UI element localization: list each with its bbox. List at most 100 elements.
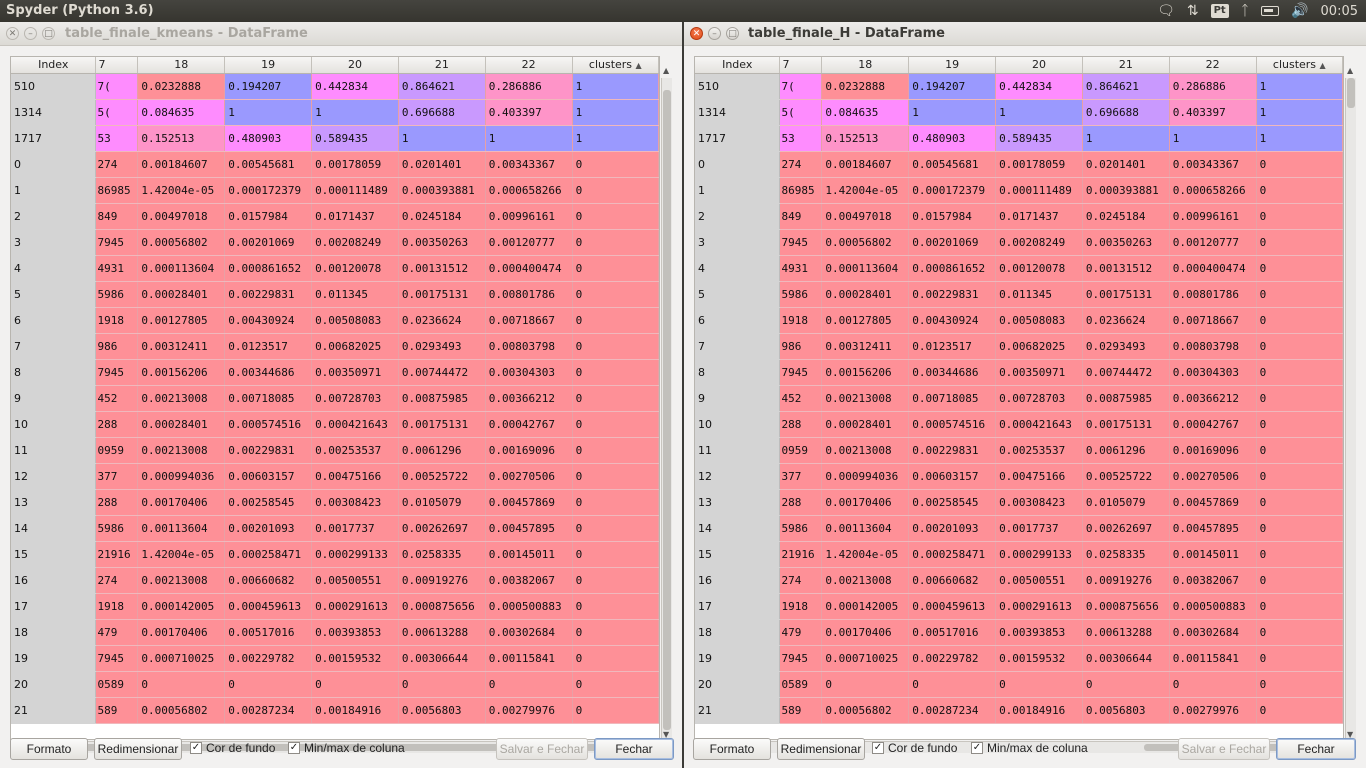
- data-cell-19[interactable]: 0.00603157: [224, 463, 313, 490]
- data-cell-20[interactable]: 0: [311, 671, 399, 698]
- data-cell-19[interactable]: 0.00229782: [224, 645, 313, 672]
- column-header-21[interactable]: 21: [398, 57, 486, 74]
- data-cell-17[interactable]: 288: [95, 411, 139, 438]
- table-row[interactable]: 10 288 0.00028401 0.000574516 0.000421643 0.0…: [695, 411, 1343, 438]
- row-index-cell[interactable]: 14: [11, 515, 97, 542]
- data-cell-21[interactable]: 0.0245184: [1082, 203, 1170, 230]
- data-cell-18[interactable]: 0.000142005: [137, 593, 226, 620]
- data-cell-21[interactable]: 0.696688: [1082, 99, 1170, 126]
- cluster-cell[interactable]: 0: [572, 593, 659, 620]
- data-cell-21[interactable]: 0.0258335: [398, 541, 486, 568]
- data-cell-20[interactable]: 0.442834: [995, 73, 1083, 100]
- table-row[interactable]: 0 274 0.00184607 0.00545681 0.00178059 0.0201…: [695, 151, 1343, 178]
- table-row[interactable]: 510)7 0.0232888 0.194207 0.442834 0.864621 0.…: [11, 73, 659, 100]
- data-cell-22[interactable]: 0.403397: [1169, 99, 1257, 126]
- table-row[interactable]: 1314)5 0.084635 1 1 0.696688 0.403397 1: [695, 99, 1343, 126]
- data-cell-21[interactable]: 0.0293493: [398, 333, 486, 360]
- data-cell-17[interactable]: 479: [779, 619, 823, 646]
- data-cell-19[interactable]: 0.00229831: [224, 281, 313, 308]
- row-index-cell[interactable]: 15: [11, 541, 97, 568]
- table-row[interactable]: 2 849 0.00497018 0.0157984 0.0171437 0.024518…: [695, 203, 1343, 230]
- data-cell-22[interactable]: 0.000658266: [485, 177, 573, 204]
- data-cell-19[interactable]: 0: [908, 671, 997, 698]
- data-cell-21[interactable]: 0.00744472: [1082, 359, 1170, 386]
- row-index-cell[interactable]: 510: [11, 73, 97, 100]
- row-index-cell[interactable]: 10: [11, 411, 97, 438]
- column-header-19[interactable]: 19: [224, 57, 313, 74]
- table-row[interactable]: 7 986 0.00312411 0.0123517 0.00682025 0.02934…: [11, 333, 659, 360]
- sort-ascending-icon[interactable]: ▲: [1320, 61, 1326, 70]
- cluster-cell[interactable]: 0: [572, 385, 659, 412]
- data-cell-19[interactable]: 0.000861652: [224, 255, 313, 282]
- data-cell-18[interactable]: 0.00113604: [137, 515, 226, 542]
- data-cell-21[interactable]: 0.00613288: [398, 619, 486, 646]
- data-cell-17[interactable]: 849: [779, 203, 823, 230]
- data-cell-18[interactable]: 0.00113604: [821, 515, 910, 542]
- data-cell-20[interactable]: 0.00508083: [311, 307, 399, 334]
- data-cell-17[interactable]: 274: [779, 567, 823, 594]
- table-row[interactable]: 1 86985 1.42004e-05 0.000172379 0.000111489 0…: [695, 177, 1343, 204]
- data-cell-21[interactable]: 0.0201401: [398, 151, 486, 178]
- row-index-cell[interactable]: 1314: [11, 99, 97, 126]
- dataframe-grid[interactable]: Index 7 18 19 20 21 22 clusters ▲ 510)7 0…: [694, 56, 1344, 740]
- network-transfer-icon[interactable]: ⇅: [1187, 2, 1199, 20]
- data-cell-20[interactable]: 0.00475166: [311, 463, 399, 490]
- data-cell-21[interactable]: 0.00525722: [398, 463, 486, 490]
- data-cell-18[interactable]: 1.42004e-05: [821, 541, 910, 568]
- cluster-cell[interactable]: 0: [572, 541, 659, 568]
- cluster-cell[interactable]: 0: [1256, 177, 1343, 204]
- column-header-17[interactable]: 7: [95, 57, 139, 74]
- data-cell-19[interactable]: 0.000172379: [908, 177, 997, 204]
- data-cell-17[interactable]: 5986: [779, 281, 823, 308]
- cluster-cell[interactable]: 0: [1256, 229, 1343, 256]
- data-cell-17[interactable]: 1918: [779, 593, 823, 620]
- data-cell-21[interactable]: 0.0236624: [398, 307, 486, 334]
- data-cell-19[interactable]: 0.00660682: [908, 567, 997, 594]
- background-color-checkbox[interactable]: ✓ Cor de fundo: [190, 741, 275, 755]
- data-cell-17[interactable]: 377: [779, 463, 823, 490]
- data-cell-19[interactable]: 0.194207: [224, 73, 313, 100]
- format-button[interactable]: Formato: [693, 738, 771, 760]
- row-index-cell[interactable]: 9: [11, 385, 97, 412]
- data-cell-17[interactable]: 7945: [95, 229, 139, 256]
- data-cell-21[interactable]: 0.0201401: [1082, 151, 1170, 178]
- data-cell-18[interactable]: 0.000142005: [821, 593, 910, 620]
- data-cell-21[interactable]: 0.00262697: [398, 515, 486, 542]
- index-header[interactable]: Index: [11, 57, 97, 74]
- column-header-clusters[interactable]: clusters ▲: [572, 57, 659, 74]
- data-cell-20[interactable]: 0.00184916: [311, 697, 399, 724]
- data-cell-20[interactable]: 0.000421643: [995, 411, 1083, 438]
- cluster-cell[interactable]: 0: [1256, 411, 1343, 438]
- data-cell-19[interactable]: 0.000172379: [224, 177, 313, 204]
- data-cell-22[interactable]: 0.00343367: [485, 151, 573, 178]
- table-row[interactable]: 6 1918 0.00127805 0.00430924 0.00508083 0.023…: [11, 307, 659, 334]
- row-index-cell[interactable]: 12: [695, 463, 781, 490]
- data-cell-19[interactable]: 0.000258471: [908, 541, 997, 568]
- data-cell-21[interactable]: 0.000393881: [1082, 177, 1170, 204]
- data-cell-22[interactable]: 0.00115841: [1169, 645, 1257, 672]
- row-index-cell[interactable]: 0: [695, 151, 781, 178]
- cluster-cell[interactable]: 0: [572, 645, 659, 672]
- data-cell-22[interactable]: 0.00270506: [1169, 463, 1257, 490]
- data-cell-19[interactable]: 0.0157984: [908, 203, 997, 230]
- data-cell-19[interactable]: 0.00718085: [908, 385, 997, 412]
- data-cell-18[interactable]: 0.00028401: [137, 281, 226, 308]
- data-cell-20[interactable]: 0.0171437: [311, 203, 399, 230]
- data-cell-22[interactable]: 0.00801786: [1169, 281, 1257, 308]
- data-cell-21[interactable]: 0.00306644: [1082, 645, 1170, 672]
- row-index-cell[interactable]: 19: [11, 645, 97, 672]
- close-window-icon[interactable]: ✕: [690, 27, 703, 40]
- data-cell-22[interactable]: 0.00145011: [485, 541, 573, 568]
- data-cell-21[interactable]: 0.0245184: [398, 203, 486, 230]
- data-cell-17[interactable]: 7945: [779, 359, 823, 386]
- data-cell-18[interactable]: 0.152513: [137, 125, 226, 152]
- data-cell-22[interactable]: 0.00304303: [1169, 359, 1257, 386]
- row-index-cell[interactable]: 3: [11, 229, 97, 256]
- data-cell-22[interactable]: 0.00120777: [1169, 229, 1257, 256]
- data-cell-21[interactable]: 0.00613288: [1082, 619, 1170, 646]
- data-cell-20[interactable]: 0.000299133: [995, 541, 1083, 568]
- cluster-cell[interactable]: 0: [572, 281, 659, 308]
- row-index-cell[interactable]: 3: [695, 229, 781, 256]
- data-cell-20[interactable]: 0.00208249: [995, 229, 1083, 256]
- data-cell-19[interactable]: 0.00287234: [908, 697, 997, 724]
